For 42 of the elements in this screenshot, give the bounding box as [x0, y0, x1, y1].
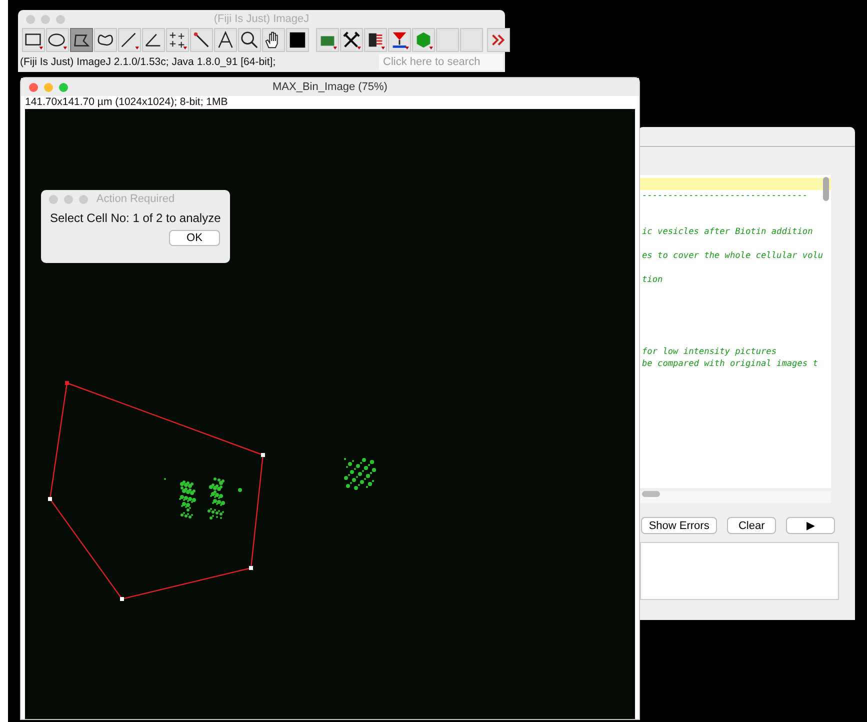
rectangle-tool[interactable] — [22, 28, 45, 52]
text-tool[interactable] — [214, 28, 237, 52]
code-line: es to cover the whole cellular volu — [642, 251, 824, 261]
wrench-icon — [341, 29, 362, 51]
editor-button[interactable]: ▶ — [786, 517, 835, 534]
editor-button[interactable]: Clear — [727, 517, 776, 534]
polygon-selection[interactable] — [48, 381, 265, 601]
point-tool[interactable] — [166, 28, 189, 52]
window-title: MAX_Bin_Image (75%) — [272, 81, 388, 93]
color-tool[interactable] — [286, 28, 309, 52]
magnifier-tool[interactable] — [238, 28, 261, 52]
close-button[interactable] — [29, 83, 38, 92]
ok-button[interactable]: OK — [169, 230, 220, 246]
hexagon-tool[interactable] — [412, 28, 435, 52]
search-field[interactable]: Click here to search — [379, 54, 503, 70]
scrollbar-thumb[interactable] — [642, 491, 660, 497]
folder-tool[interactable] — [316, 28, 339, 52]
wand-tool[interactable] — [190, 28, 213, 52]
scrollbar-thumb[interactable] — [823, 177, 829, 201]
editor-button[interactable]: Show Errors — [641, 517, 718, 534]
hand-tool[interactable] — [262, 28, 285, 52]
image-info: 141.70x141.70 µm (1024x1024); 8-bit; 1MB — [24, 96, 229, 108]
dialog-title: Action Required — [96, 192, 175, 204]
polygon-tool[interactable] — [70, 28, 93, 52]
dialog-message: Select Cell No: 1 of 2 to analyze — [49, 210, 222, 225]
window-title: (Fiji Is Just) ImageJ — [214, 13, 310, 25]
freehand-tool[interactable] — [94, 28, 117, 52]
line-tool[interactable] — [118, 28, 141, 52]
lut-tool[interactable] — [388, 28, 411, 52]
stack-tool[interactable] — [364, 28, 387, 52]
code-editor[interactable]: -------------------------------- ic vesicles after Biotin addition es to cover the whole cellular volu tion for low intensity pictures be compared with original images t — [640, 175, 831, 488]
code-line: be compared with original images t — [642, 359, 818, 369]
oval-tool[interactable] — [46, 28, 69, 52]
code-line: ic vesicles after Biotin addition — [642, 227, 813, 237]
magnifier-icon — [239, 29, 260, 51]
code-line: tion — [642, 275, 663, 285]
status-text: (Fiji Is Just) ImageJ 2.1.0/1.53c; Java 1.8.0_91 [64-bit]; — [20, 56, 276, 68]
code-line: -------------------------------- — [642, 191, 808, 201]
code-line: for low intensity pictures — [642, 347, 777, 357]
more-tool[interactable] — [487, 28, 510, 52]
wrench-tool[interactable] — [340, 28, 363, 52]
angle-tool[interactable] — [142, 28, 165, 52]
